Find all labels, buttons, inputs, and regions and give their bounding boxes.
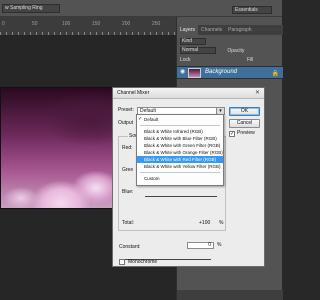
opacity-label: Opacity bbox=[227, 48, 245, 54]
layer-kind-select[interactable]: Kind bbox=[180, 38, 206, 45]
preset-label: Preset: bbox=[118, 107, 134, 113]
monochrome-label: Monochrome bbox=[128, 259, 158, 265]
close-icon[interactable]: ✕ bbox=[254, 90, 261, 97]
green-label: Gree bbox=[122, 167, 134, 173]
preset-option-orange-filter[interactable]: Black & White with Orange Filter (RGB) bbox=[137, 149, 223, 156]
ok-button[interactable]: OK bbox=[229, 107, 260, 116]
preview-checkbox[interactable]: ✓ bbox=[229, 131, 235, 137]
lock-label: Lock bbox=[180, 57, 191, 63]
total-unit: % bbox=[219, 220, 224, 226]
tab-paragraph[interactable]: Paragraph bbox=[225, 25, 254, 35]
total-value: +100 bbox=[199, 220, 211, 226]
options-bar: w Sampling Ring Essentials bbox=[0, 0, 282, 17]
blue-slider[interactable] bbox=[145, 196, 217, 197]
preset-option-custom[interactable]: Custom bbox=[137, 175, 223, 182]
dialog-title: Channel Mixer bbox=[113, 88, 264, 99]
horizontal-ruler: 0 50 100 150 200 250 bbox=[0, 17, 176, 35]
preview-label: Preview bbox=[237, 130, 255, 136]
menu-divider bbox=[140, 172, 220, 173]
option-label: Default bbox=[144, 117, 159, 122]
panel-footer bbox=[177, 290, 283, 300]
sampling-ring-option[interactable]: w Sampling Ring bbox=[2, 4, 60, 13]
lock-icon: 🔒 bbox=[271, 71, 279, 77]
layer-thumbnail bbox=[188, 68, 201, 78]
preset-option-red-filter[interactable]: Black & White with Red Filter (RGB) bbox=[137, 156, 223, 163]
layer-filter-row: Kind bbox=[180, 38, 280, 46]
blue-label: Blue: bbox=[122, 189, 134, 195]
preset-option-green-filter[interactable]: Black & White with Green Filter (RGB) bbox=[137, 142, 223, 149]
ruler-number: 200 bbox=[122, 21, 131, 27]
ruler-number: 150 bbox=[92, 21, 101, 27]
preset-option-blue-filter[interactable]: Black & White with Blue Filter (RGB) bbox=[137, 135, 223, 142]
panel-tabs: Layers Channels Paragraph bbox=[177, 25, 283, 35]
preset-option-yellow-filter[interactable]: Black & White with Yellow Filter (RGB) bbox=[137, 163, 223, 170]
preset-dropdown-list: ✓ Default Black & White Infrared (RGB) B… bbox=[136, 114, 224, 186]
constant-input[interactable]: 0 bbox=[187, 242, 214, 249]
blend-mode-select[interactable]: Normal bbox=[180, 47, 216, 54]
ruler-number: 0 bbox=[2, 21, 5, 27]
layer-name: Background bbox=[205, 69, 238, 75]
visibility-eye-icon[interactable]: ◉ bbox=[180, 69, 186, 75]
preset-option-infrared[interactable]: Black & White Infrared (RGB) bbox=[137, 128, 223, 135]
constant-unit: % bbox=[217, 242, 222, 248]
tab-layers[interactable]: Layers bbox=[177, 25, 199, 35]
menu-divider bbox=[140, 125, 220, 126]
monochrome-checkbox[interactable] bbox=[119, 259, 125, 265]
constant-label: Constant: bbox=[119, 244, 141, 250]
ruler-number: 250 bbox=[152, 21, 161, 27]
preset-option-default[interactable]: ✓ Default bbox=[137, 116, 223, 123]
cancel-button[interactable]: Cancel bbox=[229, 119, 260, 128]
check-icon: ✓ bbox=[138, 116, 143, 122]
tab-channels[interactable]: Channels bbox=[198, 25, 225, 35]
fill-label: Fill bbox=[246, 57, 254, 63]
output-channel-label: Output bbox=[118, 120, 134, 126]
total-label: Total: bbox=[122, 220, 134, 226]
ruler-number: 100 bbox=[62, 21, 71, 27]
workspace-switcher[interactable]: Essentials bbox=[232, 6, 272, 14]
ruler-number: 50 bbox=[32, 21, 38, 27]
lock-row: Lock Fill bbox=[180, 56, 280, 64]
red-label: Red: bbox=[122, 145, 133, 151]
layer-row-background[interactable]: ◉ Background 🔒 bbox=[177, 66, 283, 79]
infrared-photo bbox=[0, 87, 116, 209]
blend-row: Normal Opacity bbox=[180, 47, 280, 55]
